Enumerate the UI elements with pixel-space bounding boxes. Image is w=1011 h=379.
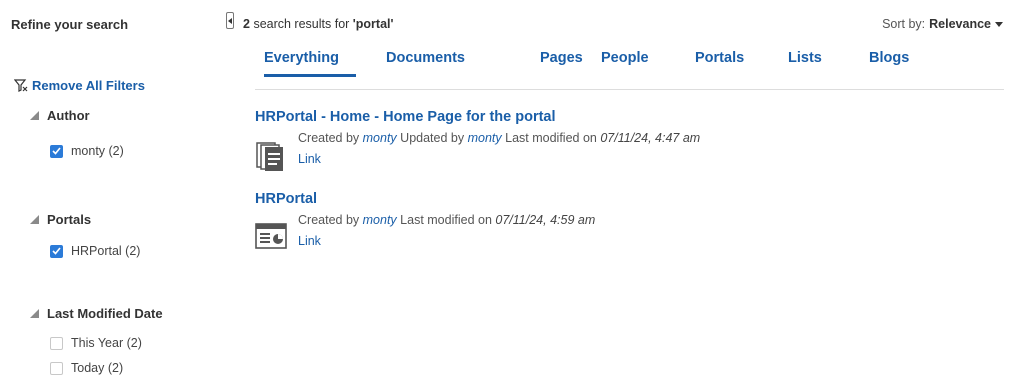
refine-title: Refine your search — [11, 17, 129, 32]
tab-documents[interactable]: Documents — [386, 50, 465, 66]
portal-icon — [255, 223, 287, 249]
facet-last-modified-toggle[interactable]: Last Modified Date — [30, 306, 163, 321]
modified-label: Last modified on — [400, 213, 492, 227]
active-tab-indicator — [264, 74, 356, 77]
tab-blogs[interactable]: Blogs — [869, 50, 909, 66]
results-count-number: 2 — [243, 17, 250, 31]
clear-filter-icon — [14, 79, 28, 92]
result-link[interactable]: Link — [298, 234, 321, 248]
facet-option-hrportal[interactable]: HRPortal (2) — [50, 244, 140, 258]
collapse-triangle-icon — [30, 111, 39, 120]
facet-option-label: Today (2) — [71, 361, 124, 375]
refine-sidebar: Refine your search Remove All Filters Au… — [0, 0, 225, 379]
modified-label: Last modified on — [505, 131, 597, 145]
checkbox-checked[interactable] — [50, 244, 63, 258]
checkbox-checked[interactable] — [50, 144, 63, 158]
check-icon — [52, 147, 61, 155]
created-by-user-link[interactable]: monty — [363, 131, 397, 145]
facet-option-label: HRPortal (2) — [71, 244, 141, 258]
modified-date: 07/11/24, 4:59 am — [495, 213, 596, 227]
result-title-link[interactable]: HRPortal - Home - Home Page for the port… — [255, 109, 815, 125]
modified-date: 07/11/24, 4:47 am — [600, 131, 701, 145]
results-count: 2 search results for 'portal' — [243, 17, 393, 31]
search-result: HRPortal - Home - Home Page for the port… — [255, 109, 815, 179]
checkbox-unchecked[interactable] — [50, 361, 63, 375]
created-by-user-link[interactable]: monty — [363, 213, 397, 227]
search-result: HRPortal Created by monty Last modified … — [255, 191, 815, 261]
remove-all-filters-label: Remove All Filters — [32, 78, 145, 93]
tabs-divider — [255, 89, 1004, 90]
pages-icon — [256, 142, 283, 171]
tab-portals[interactable]: Portals — [695, 50, 744, 66]
result-link[interactable]: Link — [298, 152, 321, 166]
caret-down-icon — [995, 21, 1003, 27]
facet-portals-toggle[interactable]: Portals — [30, 212, 91, 227]
search-query: 'portal' — [352, 17, 394, 31]
facet-option-label: This Year (2) — [71, 336, 142, 350]
result-meta: Created by monty Updated by monty Last m… — [298, 131, 700, 145]
tab-everything[interactable]: Everything — [264, 50, 339, 66]
facet-portals-label: Portals — [47, 212, 92, 227]
sort-label: Sort by: — [882, 17, 926, 31]
collapse-triangle-icon — [30, 215, 39, 224]
facet-author-label: Author — [47, 108, 90, 123]
facet-option-monty[interactable]: monty (2) — [50, 144, 124, 158]
chevron-left-icon — [228, 17, 232, 24]
sort-value: Relevance — [929, 17, 991, 31]
remove-all-filters-button[interactable]: Remove All Filters — [14, 78, 145, 93]
facet-option-this-year[interactable]: This Year (2) — [50, 336, 142, 350]
collapse-triangle-icon — [30, 309, 39, 318]
results-for-text: search results for — [253, 17, 350, 31]
tab-lists[interactable]: Lists — [788, 50, 822, 66]
result-meta: Created by monty Last modified on 07/11/… — [298, 213, 595, 227]
result-title-link[interactable]: HRPortal — [255, 191, 815, 207]
created-by-label: Created by — [298, 131, 360, 145]
check-icon — [52, 247, 61, 255]
collapse-sidebar-button[interactable] — [226, 12, 234, 29]
facet-last-modified-label: Last Modified Date — [47, 306, 163, 321]
updated-by-user-link[interactable]: monty — [468, 131, 502, 145]
created-by-label: Created by — [298, 213, 360, 227]
tab-pages[interactable]: Pages — [540, 50, 583, 66]
checkbox-unchecked[interactable] — [50, 336, 63, 350]
facet-option-today[interactable]: Today (2) — [50, 361, 123, 375]
updated-by-label: Updated by — [400, 131, 465, 145]
sort-dropdown[interactable]: Sort by: Relevance — [882, 17, 1003, 31]
facet-option-label: monty (2) — [71, 144, 124, 158]
tab-people[interactable]: People — [601, 50, 649, 66]
facet-author-toggle[interactable]: Author — [30, 108, 90, 123]
